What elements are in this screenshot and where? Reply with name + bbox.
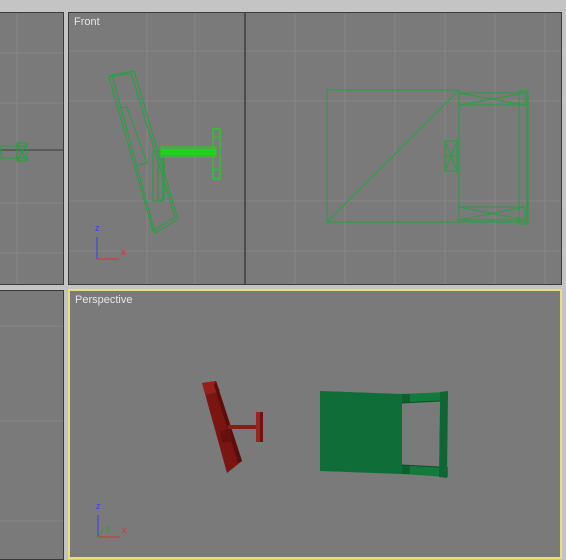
viewport-perspective[interactable]: z x y Perspective bbox=[68, 289, 562, 559]
viewport-top-left-canvas bbox=[0, 13, 63, 284]
viewport-perspective-canvas: z x y bbox=[96, 381, 448, 538]
axis-x-label: x bbox=[121, 247, 126, 257]
viewport-bottom-left[interactable] bbox=[0, 290, 64, 560]
viewport-top-left[interactable] bbox=[0, 12, 64, 285]
axis-tripod-front: z x bbox=[95, 223, 126, 260]
axis-x-label-persp: x bbox=[122, 525, 127, 535]
partial-object-wire bbox=[0, 142, 28, 162]
viewport-bottom-left-canvas bbox=[0, 325, 63, 522]
box-object-green[interactable] bbox=[320, 391, 448, 478]
axis-y-label-persp: y bbox=[106, 523, 111, 533]
axis-z-label: z bbox=[95, 223, 100, 233]
axis-z-label-persp: z bbox=[96, 501, 101, 511]
axis-tripod-perspective: z x y bbox=[96, 501, 127, 538]
stem-wireframe-selected[interactable] bbox=[160, 127, 221, 180]
viewport-front[interactable]: z x Front bbox=[68, 12, 562, 285]
viewport-label-front[interactable]: Front bbox=[74, 16, 100, 28]
viewport-front-canvas: z x bbox=[69, 13, 561, 284]
panel-object-red[interactable] bbox=[202, 381, 263, 473]
box-wireframe[interactable] bbox=[326, 89, 529, 225]
viewport-label-perspective[interactable]: Perspective bbox=[75, 294, 132, 306]
grid bbox=[69, 13, 561, 284]
